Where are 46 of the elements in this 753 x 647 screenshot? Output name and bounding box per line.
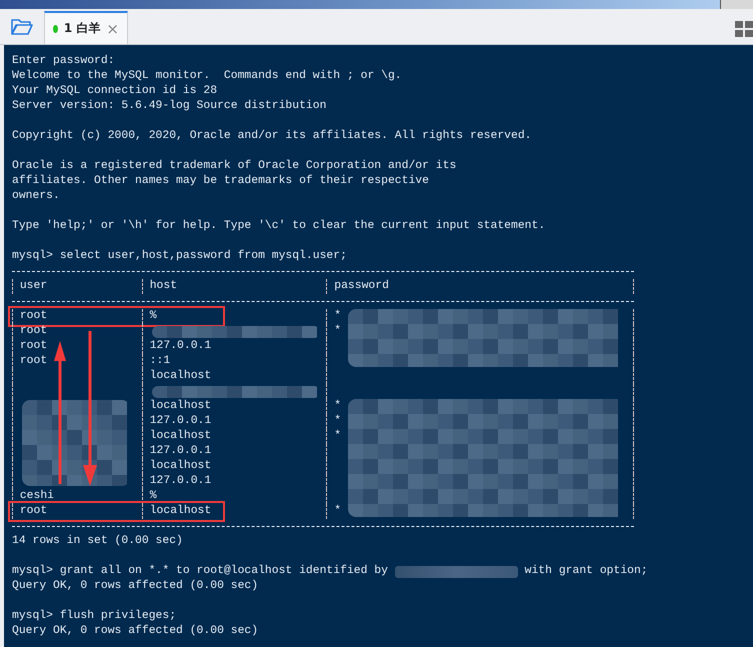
terminal-line: mysql> select user,host,password from mysql.user; bbox=[12, 249, 347, 264]
terminal-line: Query OK, 0 rows affected (0.00 sec) bbox=[12, 579, 258, 594]
table-cell: root bbox=[20, 325, 48, 337]
table-cell: 127.0.0.1 bbox=[150, 340, 212, 352]
terminal-line: mysql> flush privileges; bbox=[12, 609, 176, 624]
table-cell: root bbox=[20, 355, 48, 367]
terminal-line: 14 rows in set (0.00 sec) bbox=[12, 534, 183, 549]
terminal-line: Your MySQL connection id is 28 bbox=[12, 84, 218, 99]
table-cell: * bbox=[334, 505, 342, 517]
table-cell: root bbox=[20, 505, 48, 517]
terminal-line: mysql> grant all on *.* to root@localhost identified by bbox=[12, 564, 388, 579]
session-tab[interactable]: 1 白羊 × bbox=[44, 11, 128, 44]
table-cell: 127.0.0.1 bbox=[150, 415, 212, 427]
terminal-line: Type 'help;' or '\h' for help. Type '\c' to clear the current input statement. bbox=[12, 219, 546, 234]
table-cell: localhost bbox=[150, 430, 212, 442]
terminal-line: Server version: 5.6.49-log Source distribution bbox=[12, 99, 326, 114]
column-header: user bbox=[20, 280, 48, 292]
table-cell: root bbox=[20, 310, 48, 322]
terminal-line: with grant option; bbox=[524, 564, 648, 579]
table-cell: % bbox=[150, 490, 157, 502]
table-cell: localhost bbox=[150, 460, 212, 472]
terminal-line: Welcome to the MySQL monitor. Commands end with ; or \g. bbox=[12, 69, 402, 84]
grid-icon[interactable] bbox=[735, 21, 753, 37]
column-header: host bbox=[150, 280, 178, 292]
table-cell: localhost bbox=[150, 400, 212, 412]
table-cell: root bbox=[20, 340, 48, 352]
terminal-line: Copyright (c) 2000, 2020, Oracle and/or its affiliates. All rights reserved. bbox=[12, 129, 532, 144]
table-cell: * bbox=[334, 430, 342, 442]
terminal-line: Query OK, 0 rows affected (0.00 sec) bbox=[12, 624, 258, 639]
table-cell: 127.0.0.1 bbox=[150, 445, 212, 457]
column-header: password bbox=[334, 280, 389, 292]
table-cell: * bbox=[334, 415, 342, 427]
table-cell: * bbox=[334, 325, 342, 337]
table-cell: ::1 bbox=[150, 355, 170, 367]
table-cell: ceshi bbox=[20, 490, 54, 502]
table-cell: * bbox=[334, 400, 342, 412]
table-cell: 127.0.0.1 bbox=[150, 475, 212, 487]
table-cell: localhost bbox=[150, 505, 212, 517]
table-cell: * bbox=[334, 310, 342, 322]
terminal-line: owners. bbox=[12, 189, 60, 204]
tab-label: 1 白羊 bbox=[64, 20, 100, 37]
terminal-line: Oracle is a registered trademark of Oracle Corporation and/or its bbox=[12, 159, 456, 174]
terminal-line: affiliates. Other names may be trademarks of their respective bbox=[12, 174, 429, 189]
terminal-line: Enter password: bbox=[12, 54, 115, 69]
table-cell: localhost bbox=[150, 370, 212, 382]
table-cell: % bbox=[150, 310, 157, 322]
